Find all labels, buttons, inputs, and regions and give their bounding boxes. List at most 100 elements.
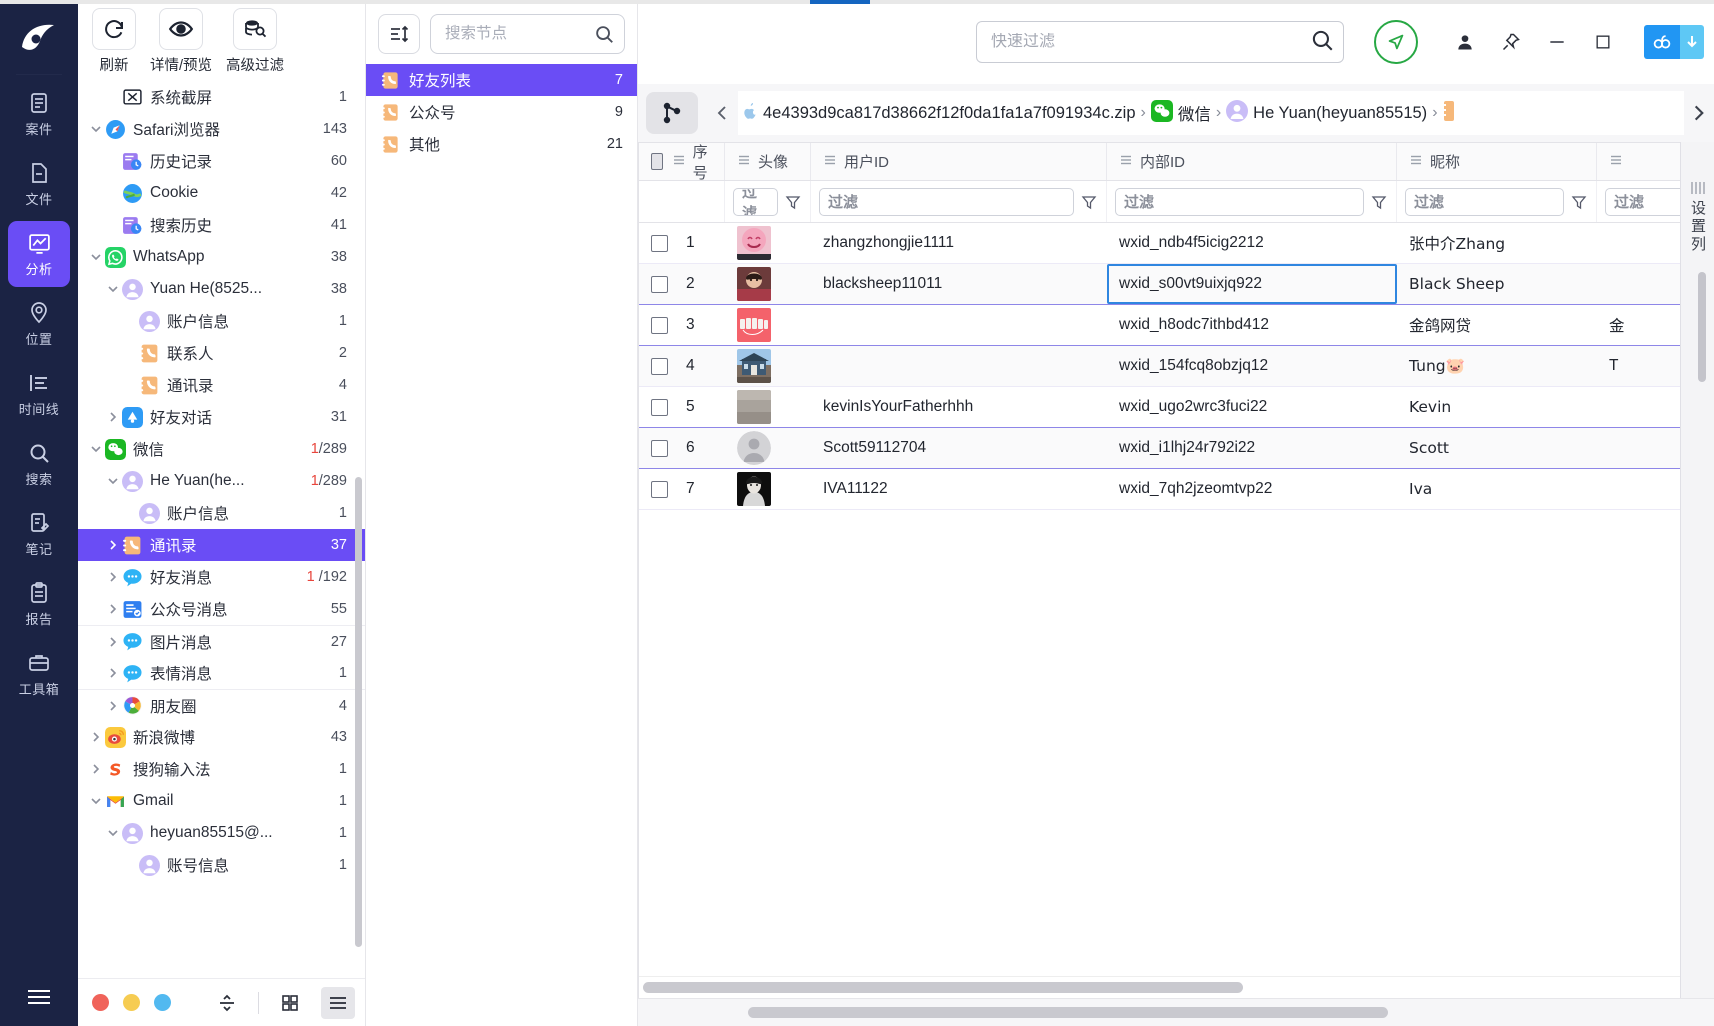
detail-preview-button[interactable]: 详情/预览 [150, 8, 212, 75]
settings-scrollbar[interactable] [1698, 272, 1706, 382]
cell-userid[interactable] [811, 346, 1107, 386]
cell-userid[interactable]: blacksheep11011 [811, 264, 1107, 304]
advanced-filter-button[interactable]: 高级过滤 [226, 8, 284, 75]
table-row[interactable]: 1 zhangzhongjie1111 wxid_ndb4f5icig2212 张中介… [639, 223, 1714, 264]
tree-node[interactable]: 通讯录 37 [78, 529, 365, 561]
chevron-right-icon[interactable] [105, 409, 121, 425]
tree-node[interactable]: 账户信息 1 [78, 497, 365, 529]
maximize-icon[interactable] [1592, 31, 1614, 53]
cell-nickname[interactable]: 张中介Zhang [1397, 223, 1597, 263]
list-view-icon[interactable] [321, 986, 355, 1019]
breadcrumb-item-user[interactable]: He Yuan(heyuan85515) [1226, 99, 1427, 127]
tree-node[interactable]: Gmail 1 [78, 785, 365, 817]
grid-view-icon[interactable] [273, 987, 307, 1019]
column-header-userid[interactable]: 用户ID [811, 143, 1107, 180]
hamburger-menu-icon[interactable] [19, 982, 59, 1012]
select-all-checkbox[interactable] [651, 153, 663, 170]
cloud-sync-badge[interactable] [1644, 25, 1704, 59]
cell-innerid[interactable]: wxid_7qh2jzeomtvp22 [1107, 469, 1397, 509]
tree-node[interactable]: Cookie 42 [78, 177, 365, 209]
chevron-down-icon[interactable] [105, 281, 121, 297]
tree-node[interactable]: Yuan He(8525... 38 [78, 273, 365, 305]
cell-seq[interactable]: 5 [639, 387, 725, 427]
chevron-down-icon[interactable] [105, 825, 121, 841]
cell-userid[interactable] [811, 305, 1107, 345]
breadcrumb-item-wechat[interactable]: 微信 [1150, 99, 1211, 127]
user-icon[interactable] [1454, 31, 1476, 53]
tree-node[interactable]: 朋友圈 4 [78, 689, 365, 721]
collapse-rows-icon[interactable] [210, 987, 244, 1019]
table-row[interactable]: 5 kevinIsYourFatherhhh wxid_ugo2wrc3fuci22… [639, 387, 1714, 428]
cell-avatar[interactable] [725, 264, 811, 304]
filter-input-nickname[interactable]: 过滤 [1405, 187, 1564, 216]
column-header-avatar[interactable]: 头像 [725, 143, 811, 180]
chevron-down-icon[interactable] [105, 473, 121, 489]
cell-innerid[interactable]: wxid_s00vt9uixjq922 [1107, 264, 1397, 304]
tree-node[interactable]: He Yuan(he... 1/289 [78, 465, 365, 497]
quick-filter-input[interactable] [991, 33, 1309, 51]
tag-dot-red[interactable] [92, 994, 109, 1011]
graph-branch-icon[interactable] [646, 92, 698, 134]
funnel-icon[interactable] [1570, 194, 1588, 210]
funnel-icon[interactable] [784, 194, 802, 210]
breadcrumb-item-zip[interactable]: 4e4393d9ca817d38662f12f0da1fa1a7f091934c… [742, 102, 1136, 125]
sort-icon[interactable] [378, 14, 420, 54]
cell-innerid[interactable]: wxid_i1lhj24r792i22 [1107, 428, 1397, 468]
column-menu-icon[interactable] [1409, 153, 1423, 171]
node-list-item[interactable]: 好友列表 7 [366, 64, 637, 96]
tree-node[interactable]: Safari浏览器 143 [78, 113, 365, 145]
table-row[interactable]: 7 IVA11122 wxid_7qh2jzeomtvp22 Iva [639, 469, 1714, 510]
rail-item-analysis[interactable]: 分析 [8, 221, 70, 287]
cell-nickname[interactable]: Kevin [1397, 387, 1597, 427]
search-icon[interactable] [593, 23, 615, 50]
table-row[interactable]: 3 wxid_h8odc7ithbd412 金鸽网贷金 [639, 305, 1714, 346]
chevron-right-icon[interactable] [105, 665, 121, 681]
chevron-right-icon[interactable] [1684, 93, 1714, 133]
chevron-down-icon[interactable] [88, 441, 104, 457]
rail-item-case[interactable]: 案件 [8, 81, 70, 147]
cell-avatar[interactable] [725, 305, 811, 345]
bottom-scrollbar[interactable] [748, 1007, 1388, 1018]
chevron-right-icon[interactable] [105, 537, 121, 553]
row-checkbox[interactable] [651, 275, 668, 293]
tree-node[interactable]: 搜狗输入法 1 [78, 753, 365, 785]
tree-node[interactable]: 搜索历史 41 [78, 209, 365, 241]
filter-input-userid[interactable]: 过滤 [819, 187, 1074, 216]
pin-icon[interactable] [1500, 31, 1522, 53]
row-checkbox[interactable] [651, 357, 668, 375]
tree-node[interactable]: 通讯录 4 [78, 369, 365, 401]
tag-dot-yellow[interactable] [123, 994, 140, 1011]
chevron-right-icon[interactable] [105, 634, 121, 650]
tree-vertical-scrollbar[interactable] [355, 477, 362, 947]
rail-item-note[interactable]: 笔记 [8, 501, 70, 567]
cell-innerid[interactable]: wxid_ugo2wrc3fuci22 [1107, 387, 1397, 427]
cell-innerid[interactable]: wxid_ndb4f5icig2212 [1107, 223, 1397, 263]
cell-userid[interactable]: Scott59112704 [811, 428, 1107, 468]
rail-item-toolbox[interactable]: 工具箱 [8, 641, 70, 707]
chevron-right-icon[interactable] [105, 601, 121, 617]
cell-seq[interactable]: 4 [639, 346, 725, 386]
row-checkbox[interactable] [651, 439, 668, 457]
tree-node[interactable]: 系统截屏 1 [78, 81, 365, 113]
tree-node[interactable]: 联系人 2 [78, 337, 365, 369]
row-checkbox[interactable] [651, 316, 668, 334]
cell-avatar[interactable] [725, 469, 811, 509]
tree-node[interactable]: 好友对话 31 [78, 401, 365, 433]
cell-avatar[interactable] [725, 223, 811, 263]
cell-nickname[interactable]: Iva [1397, 469, 1597, 509]
quick-filter-box[interactable] [976, 21, 1344, 63]
rail-item-search[interactable]: 搜索 [8, 431, 70, 497]
tree-node[interactable]: heyuan85515@... 1 [78, 817, 365, 849]
tree-node[interactable]: 账号信息 1 [78, 849, 365, 881]
cell-seq[interactable]: 6 [639, 428, 725, 468]
tree-node[interactable]: WhatsApp 38 [78, 241, 365, 273]
column-header-seq[interactable]: 序号 [639, 143, 725, 182]
cell-innerid[interactable]: wxid_h8odc7ithbd412 [1107, 305, 1397, 345]
minimize-icon[interactable] [1546, 31, 1568, 53]
settings-column-tab[interactable]: 设置列 [1680, 142, 1714, 998]
column-menu-icon[interactable] [823, 153, 837, 171]
cell-userid[interactable]: kevinIsYourFatherhhh [811, 387, 1107, 427]
column-header-nickname[interactable]: 昵称 [1397, 143, 1597, 180]
rail-item-location[interactable]: 位置 [8, 291, 70, 357]
column-menu-icon[interactable] [737, 153, 751, 171]
